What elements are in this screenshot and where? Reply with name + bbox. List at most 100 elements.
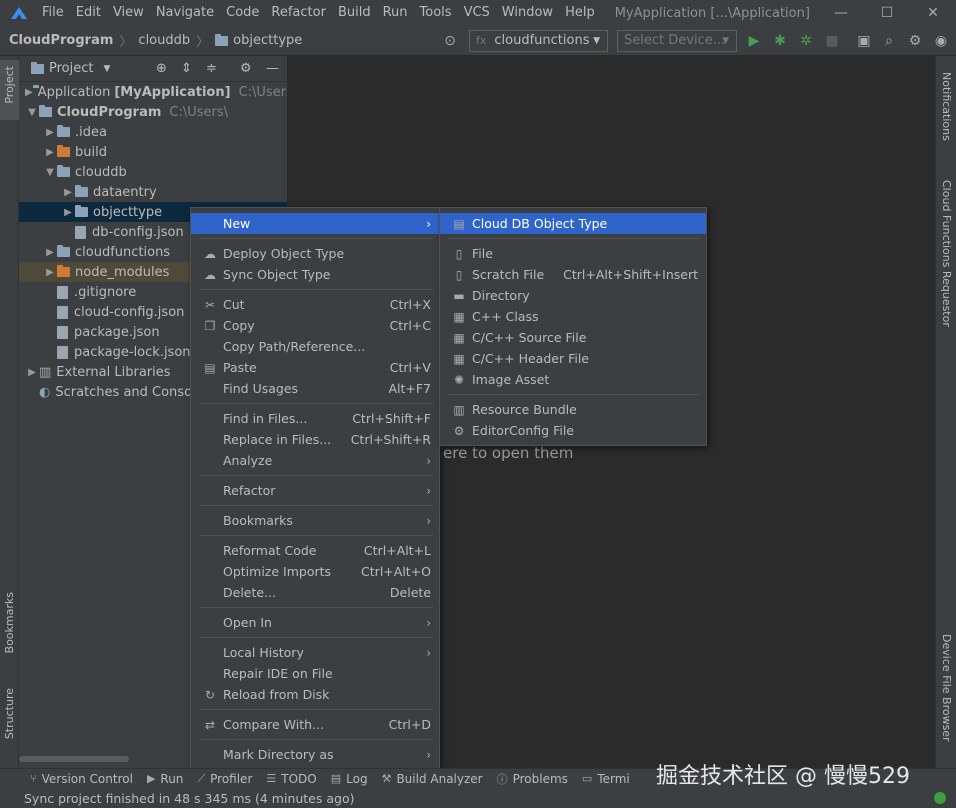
menu-item-image-asset[interactable]: ✺ Image Asset [440,369,706,390]
menu-item-bookmarks[interactable]: Bookmarks › [191,510,439,531]
menu-item-reload-from-disk[interactable]: ↻ Reload from Disk [191,684,439,705]
hide-panel-icon[interactable]: — [266,61,279,76]
chevron-right-icon[interactable]: ▶ [43,247,57,258]
maximize-button[interactable]: ☐ [864,0,910,26]
menu-run[interactable]: Run [377,0,414,26]
breadcrumb-objecttype[interactable]: objecttype [233,33,302,48]
tool-tab-run[interactable]: ▶ Run [147,772,183,786]
menu-item-sync-object-type[interactable]: ☁ Sync Object Type [191,264,439,285]
menu-item-optimize-imports[interactable]: Optimize Imports Ctrl+Alt+O [191,561,439,582]
tree-item[interactable]: ▼ CloudProgram C:\Users\ [19,102,287,122]
device-manager-icon[interactable]: ▣ [852,29,876,53]
menu-item-open-in[interactable]: Open In › [191,612,439,633]
menu-edit[interactable]: Edit [70,0,107,26]
run-config-select[interactable]: fx cloudfunctions ▼ [469,29,608,52]
menu-file[interactable]: File [36,0,70,26]
menu-item-paste[interactable]: ▤ Paste Ctrl+V [191,357,439,378]
menu-view[interactable]: View [107,0,150,26]
horizontal-scrollbar[interactable] [19,756,129,762]
settings-icon[interactable]: ⚙ [903,29,927,53]
account-icon[interactable]: ◉ [929,29,953,53]
tool-tab-build-analyzer[interactable]: ⚒ Build Analyzer [382,772,483,786]
menu-item-directory[interactable]: ▬ Directory [440,285,706,306]
status-ok-icon[interactable] [934,792,946,804]
menu-item-replace-in-files[interactable]: Replace in Files... Ctrl+Shift+R [191,429,439,450]
tool-tab-todo[interactable]: ☰ TODO [266,772,316,786]
menu-window[interactable]: Window [496,0,559,26]
run-icon[interactable]: ▶ [742,29,766,53]
device-select[interactable]: Select Device... ▼ [617,29,737,52]
gear-icon[interactable]: ⚙ [240,61,252,76]
tool-tab-log[interactable]: ▤ Log [331,772,368,786]
menu-code[interactable]: Code [220,0,265,26]
tree-item[interactable]: ▼ clouddb [19,162,287,182]
project-tool-tab[interactable]: Project [0,60,19,120]
tree-item[interactable]: ▶ build [19,142,287,162]
chevron-right-icon[interactable]: ▶ [43,147,57,158]
breadcrumb-clouddb[interactable]: clouddb [138,33,190,48]
collapse-all-icon[interactable]: ≑ [206,61,217,76]
tool-tab-problems[interactable]: ⓘ Problems [497,771,568,787]
menu-tools[interactable]: Tools [414,0,458,26]
menu-item-analyze[interactable]: Analyze › [191,450,439,471]
menu-navigate[interactable]: Navigate [150,0,220,26]
close-button[interactable]: ✕ [910,0,956,26]
tree-item[interactable]: ▶ Application [MyApplication] C:\Users\ [19,82,297,102]
menu-item-c-c-header-file[interactable]: ▦ C/C++ Header File [440,348,706,369]
menu-item-c-class[interactable]: ▦ C++ Class [440,306,706,327]
menu-refactor[interactable]: Refactor [265,0,332,26]
tool-tab-termi[interactable]: ▭ Termi [582,772,630,786]
chevron-right-icon[interactable]: ▶ [61,207,75,218]
menu-item-repair-ide-on-file[interactable]: Repair IDE on File [191,663,439,684]
chevron-right-icon[interactable]: ▶ [61,187,75,198]
debug-icon[interactable]: ✱ [768,29,792,53]
breadcrumb-cloudprogram[interactable]: CloudProgram [9,33,113,48]
tool-tab-version-control[interactable]: ⑂ Version Control [30,772,133,786]
minimize-button[interactable]: — [818,0,864,26]
menu-item-scratch-file[interactable]: ▯ Scratch File Ctrl+Alt+Shift+Insert [440,264,706,285]
menu-item-cloud-db-object-type[interactable]: ▤ Cloud DB Object Type [440,213,706,234]
project-panel-title[interactable]: Project [49,61,93,76]
chevron-down-icon[interactable]: ▼ [103,64,110,74]
notifications-tool-tab[interactable]: Notifications [940,72,953,141]
menu-item-c-c-source-file[interactable]: ▦ C/C++ Source File [440,327,706,348]
menu-vcs[interactable]: VCS [458,0,496,26]
menu-help[interactable]: Help [559,0,601,26]
menu-item-deploy-object-type[interactable]: ☁ Deploy Object Type [191,243,439,264]
stop-icon[interactable]: ■ [820,29,844,53]
chevron-right-icon[interactable]: ▶ [25,87,33,98]
menu-item-find-in-files[interactable]: Find in Files... Ctrl+Shift+F [191,408,439,429]
menu-item-new[interactable]: New › [191,213,439,234]
menu-item-copy[interactable]: ❐ Copy Ctrl+C [191,315,439,336]
search-icon[interactable]: ⌕ [877,29,901,53]
menu-item-cut[interactable]: ✂ Cut Ctrl+X [191,294,439,315]
locate-icon[interactable]: ⊕ [156,61,167,76]
menu-item-mark-directory-as[interactable]: Mark Directory as › [191,744,439,765]
bookmarks-tool-tab[interactable]: Bookmarks [3,592,16,653]
chevron-down-icon[interactable]: ▼ [43,167,57,178]
menu-item-delete[interactable]: Delete... Delete [191,582,439,603]
device-file-browser-tab[interactable]: Device File Browser [940,634,953,742]
menu-item-find-usages[interactable]: Find Usages Alt+F7 [191,378,439,399]
target-icon[interactable]: ⊙ [438,29,462,53]
structure-tool-tab[interactable]: Structure [3,688,16,739]
menu-item-refactor[interactable]: Refactor › [191,480,439,501]
expand-all-icon[interactable]: ⇕ [181,61,192,76]
menu-item-local-history[interactable]: Local History › [191,642,439,663]
tree-item[interactable]: ▶ .idea [19,122,287,142]
chevron-right-icon[interactable]: ▶ [43,267,57,278]
menu-item-editorconfig-file[interactable]: ⚙ EditorConfig File [440,420,706,441]
menu-build[interactable]: Build [332,0,377,26]
chevron-right-icon[interactable]: ▶ [25,367,39,378]
chevron-right-icon[interactable]: ▶ [43,127,57,138]
attach-debugger-icon[interactable]: ✲ [794,29,818,53]
menu-item-file[interactable]: ▯ File [440,243,706,264]
chevron-down-icon[interactable]: ▼ [25,107,39,118]
tree-item[interactable]: ▶ dataentry [19,182,287,202]
menu-item-reformat-code[interactable]: Reformat Code Ctrl+Alt+L [191,540,439,561]
menu-item-copy-path-reference[interactable]: Copy Path/Reference... [191,336,439,357]
tool-tab-profiler[interactable]: ⟋ Profiler [197,772,252,786]
menu-item-compare-with[interactable]: ⇄ Compare With... Ctrl+D [191,714,439,735]
menu-item-resource-bundle[interactable]: ▥ Resource Bundle [440,399,706,420]
cloud-functions-requestor-tab[interactable]: Cloud Functions Requestor [940,180,953,327]
